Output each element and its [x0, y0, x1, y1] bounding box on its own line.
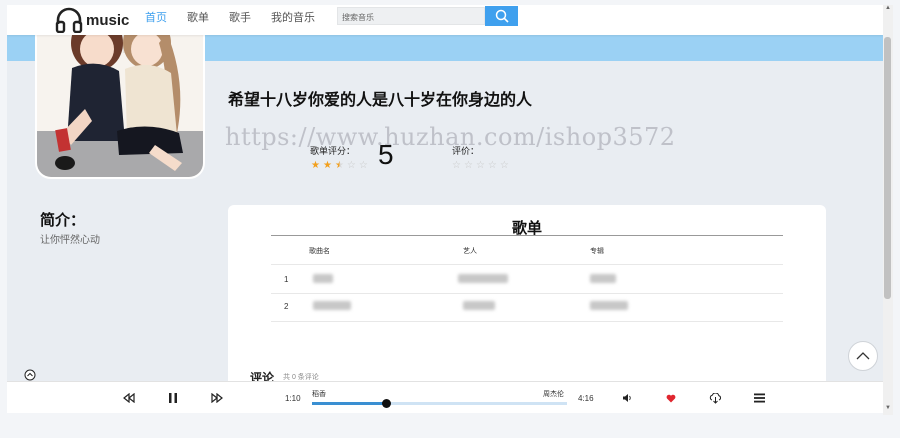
- page: music 首页 歌单 歌手 我的音乐 搜索音乐 希望十八岁你爱的人是八十岁在你…: [7, 5, 883, 413]
- column-header-artist: 艺人: [463, 248, 477, 255]
- volume-icon: [623, 394, 631, 402]
- current-time: 1:10: [285, 394, 301, 403]
- logo-text: music: [86, 11, 130, 29]
- nav-link-playlists[interactable]: 歌单: [187, 9, 209, 25]
- column-header-album: 专辑: [590, 248, 604, 255]
- like-button[interactable]: [663, 390, 679, 406]
- previous-button[interactable]: [121, 390, 137, 406]
- cloud-download-icon: [709, 392, 721, 404]
- chevron-up-icon: [856, 352, 870, 360]
- pause-icon: [169, 393, 177, 403]
- search-input[interactable]: 搜索音乐: [337, 7, 485, 25]
- back-to-top-button[interactable]: [848, 341, 878, 371]
- progress-knob[interactable]: [381, 399, 391, 408]
- column-header-song: 歌曲名: [309, 248, 330, 255]
- progress-bar[interactable]: [312, 399, 567, 408]
- divider: [271, 321, 783, 322]
- intro-title: 简介：: [40, 212, 86, 229]
- star-icon: ☆: [475, 160, 485, 171]
- rewind-icon: [123, 393, 135, 403]
- artist-name-blurred: [458, 274, 508, 283]
- divider: [271, 264, 783, 265]
- nav-link-my-music[interactable]: 我的音乐: [271, 9, 315, 25]
- menu-icon: [753, 393, 765, 403]
- search-icon: [495, 9, 509, 23]
- song-name-blurred: [313, 301, 351, 310]
- top-nav: music 首页 歌单 歌手 我的音乐 搜索音乐: [7, 5, 883, 35]
- evaluation-stars[interactable]: ☆ ☆ ☆ ☆ ☆: [452, 160, 512, 171]
- rating-stars: ★ ★ ★ ☆ ☆: [311, 160, 371, 171]
- star-icon: ☆: [358, 160, 368, 171]
- music-player-bar: 1:10 稻香 周杰伦 4:16: [7, 381, 883, 413]
- playlist-menu-button[interactable]: [751, 390, 767, 406]
- fast-forward-icon: [211, 393, 223, 403]
- star-icon: ☆: [346, 160, 356, 171]
- nav-link-singers[interactable]: 歌手: [229, 9, 251, 25]
- heart-icon: [666, 394, 676, 402]
- scroll-down-arrow-icon[interactable]: ▼: [885, 405, 891, 411]
- progress-fill: [312, 402, 386, 405]
- star-icon: ☆: [487, 160, 497, 171]
- next-button[interactable]: [209, 390, 225, 406]
- divider: [271, 293, 783, 294]
- nav-link-home[interactable]: 首页: [145, 9, 167, 25]
- row-index: 2: [284, 302, 289, 311]
- row-index: 1: [284, 275, 289, 284]
- total-time: 4:16: [578, 394, 594, 403]
- browser-frame: music 首页 歌单 歌手 我的音乐 搜索音乐 希望十八岁你爱的人是八十岁在你…: [0, 0, 900, 438]
- watermark-text: https://www.huzhan.com/ishop3572: [225, 123, 676, 151]
- scroll-up-small-icon[interactable]: [24, 369, 36, 381]
- headphones-icon: [55, 7, 83, 33]
- artist-name-blurred: [463, 301, 495, 310]
- nav-links: 首页 歌单 歌手 我的音乐: [145, 9, 335, 25]
- now-playing-artist: 周杰伦: [543, 391, 564, 398]
- search-button[interactable]: [485, 6, 518, 26]
- star-icon: ★: [311, 160, 320, 171]
- star-icon: ★: [322, 160, 332, 171]
- playlist-cover-image: [35, 11, 205, 179]
- download-button[interactable]: [707, 390, 723, 406]
- pause-button[interactable]: [165, 390, 181, 406]
- album-name-blurred: [590, 274, 616, 283]
- logo[interactable]: music: [55, 7, 129, 33]
- divider: [271, 235, 783, 236]
- star-icon: ☆: [499, 160, 509, 171]
- song-name-blurred: [313, 274, 333, 283]
- star-icon: ★: [334, 160, 344, 171]
- intro-text: 让你怦然心动: [40, 235, 100, 246]
- scrollbar[interactable]: ▲ ▼: [883, 5, 893, 415]
- playlist-title: 希望十八岁你爱的人是八十岁在你身边的人: [228, 92, 533, 109]
- scroll-up-arrow-icon[interactable]: ▲: [885, 5, 891, 11]
- star-icon: ☆: [452, 160, 461, 171]
- scrollbar-thumb[interactable]: [884, 37, 891, 299]
- now-playing-song: 稻香: [312, 391, 326, 398]
- star-icon: ☆: [463, 160, 473, 171]
- album-name-blurred: [590, 301, 628, 310]
- volume-button[interactable]: [619, 390, 635, 406]
